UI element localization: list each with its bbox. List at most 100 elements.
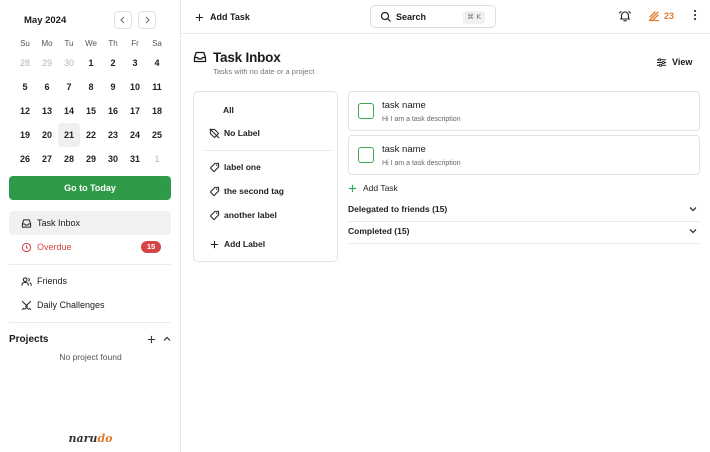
label-filter-text: another label bbox=[224, 210, 277, 220]
section-delegated[interactable]: Delegated to friends (15) bbox=[348, 200, 700, 222]
calendar-dow: Sa bbox=[152, 39, 162, 48]
search-button[interactable]: Search ⌘ K bbox=[370, 5, 496, 28]
calendar-day[interactable]: 11 bbox=[146, 75, 168, 99]
calendar-day[interactable]: 31 bbox=[124, 147, 146, 171]
calendar-day[interactable]: 17 bbox=[124, 99, 146, 123]
calendar-day[interactable]: 2 bbox=[102, 51, 124, 75]
calendar-day[interactable]: 24 bbox=[124, 123, 146, 147]
streak-counter[interactable]: 23 bbox=[648, 9, 674, 23]
sidebar-item-daily-challenges[interactable]: Daily Challenges bbox=[9, 293, 171, 317]
users-icon bbox=[19, 274, 33, 288]
sidebar-item-label: Friends bbox=[37, 276, 68, 286]
calendar-dow: Mo bbox=[41, 39, 53, 48]
task-card[interactable]: task name Hi I am a task description bbox=[348, 91, 700, 131]
add-project-button[interactable] bbox=[145, 333, 157, 347]
plus-icon bbox=[208, 238, 220, 250]
task-checkbox[interactable] bbox=[358, 103, 374, 119]
sidebar-divider bbox=[9, 322, 171, 323]
add-label-button[interactable]: Add Label bbox=[208, 237, 265, 251]
calendar-prev-button[interactable] bbox=[114, 11, 132, 29]
brand-prefix: naru bbox=[68, 432, 98, 445]
calendar-day[interactable]: 18 bbox=[146, 99, 168, 123]
calendar-day[interactable]: 14 bbox=[58, 99, 80, 123]
label-filter-no-label[interactable]: No Label bbox=[208, 126, 260, 140]
plus-icon bbox=[195, 13, 204, 21]
calendar-day[interactable]: 16 bbox=[102, 99, 124, 123]
chevron-right-icon bbox=[145, 16, 150, 24]
more-menu-button[interactable] bbox=[690, 9, 700, 23]
sidebar-item-friends[interactable]: Friends bbox=[9, 269, 171, 293]
calendar-day[interactable]: 28 bbox=[14, 51, 36, 75]
task-name: task name bbox=[382, 144, 426, 155]
notifications-button[interactable] bbox=[618, 9, 632, 23]
streak-count: 23 bbox=[664, 11, 675, 21]
calendar-day[interactable]: 19 bbox=[14, 123, 36, 147]
chevron-down-icon bbox=[689, 207, 697, 212]
page-title: Task Inbox bbox=[213, 49, 281, 65]
calendar-next-button[interactable] bbox=[138, 11, 156, 29]
task-checkbox[interactable] bbox=[358, 147, 374, 163]
chevron-up-icon bbox=[163, 336, 171, 341]
label-filter-all[interactable]: All bbox=[223, 103, 234, 117]
calendar-day[interactable]: 5 bbox=[14, 75, 36, 99]
add-label-text: Add Label bbox=[224, 239, 266, 249]
task-description: Hi I am a task description bbox=[382, 116, 461, 123]
swords-icon bbox=[19, 298, 33, 312]
add-task-button[interactable]: Add Task bbox=[195, 10, 250, 24]
calendar-month-label: May 2024 bbox=[24, 15, 67, 26]
no-project-text: No project found bbox=[59, 352, 122, 362]
add-task-inline-button[interactable]: Add Task bbox=[348, 182, 398, 194]
calendar-day[interactable]: 12 bbox=[14, 99, 36, 123]
more-vertical-icon bbox=[693, 9, 697, 21]
section-label: Delegated to friends (15) bbox=[348, 204, 448, 214]
page-title-row: Task Inbox bbox=[193, 48, 281, 66]
calendar-day[interactable]: 1 bbox=[80, 51, 102, 75]
calendar-day[interactable]: 7 bbox=[58, 75, 80, 99]
sidebar-item-task-inbox[interactable]: Task Inbox bbox=[9, 211, 171, 235]
sidebar-divider bbox=[9, 264, 171, 265]
chevron-left-icon bbox=[120, 16, 125, 24]
brand-suffix: do bbox=[97, 432, 113, 445]
clock-icon bbox=[19, 240, 33, 254]
label-filter-the-second-tag[interactable]: the second tag bbox=[208, 184, 284, 198]
plus-icon bbox=[147, 335, 155, 344]
calendar-day[interactable]: 10 bbox=[124, 75, 146, 99]
calendar-day[interactable]: 15 bbox=[80, 99, 102, 123]
sidebar: May 2024 Su Mo Tu We Th Fr Sa 28 29 30 1 2 3 4… bbox=[0, 0, 181, 452]
calendar-day[interactable]: 21 bbox=[58, 123, 80, 147]
calendar-day[interactable]: 30 bbox=[102, 147, 124, 171]
bell-icon bbox=[618, 10, 632, 22]
search-icon bbox=[380, 11, 391, 22]
task-card[interactable]: task name Hi I am a task description bbox=[348, 135, 700, 175]
calendar-day[interactable]: 26 bbox=[14, 147, 36, 171]
calendar-day[interactable]: 29 bbox=[80, 147, 102, 171]
go-to-today-button[interactable]: Go to Today bbox=[9, 176, 171, 200]
section-completed[interactable]: Completed (15) bbox=[348, 222, 700, 244]
calendar-day[interactable]: 28 bbox=[58, 147, 80, 171]
calendar-day[interactable]: 3 bbox=[124, 51, 146, 75]
calendar-day[interactable]: 27 bbox=[36, 147, 58, 171]
add-task-inline-label: Add Task bbox=[363, 183, 398, 193]
add-task-label: Add Task bbox=[210, 12, 250, 22]
collapse-projects-button[interactable] bbox=[161, 333, 173, 347]
topbar: Add Task Search ⌘ K 23 bbox=[181, 0, 710, 34]
calendar-day[interactable]: 23 bbox=[102, 123, 124, 147]
calendar-day[interactable]: 30 bbox=[58, 51, 80, 75]
calendar-day[interactable]: 20 bbox=[36, 123, 58, 147]
calendar-day[interactable]: 22 bbox=[80, 123, 102, 147]
calendar-day[interactable]: 13 bbox=[36, 99, 58, 123]
sidebar-item-overdue[interactable]: Overdue 15 bbox=[9, 235, 171, 259]
calendar-day[interactable]: 4 bbox=[146, 51, 168, 75]
view-label: View bbox=[672, 57, 693, 67]
calendar-day[interactable]: 6 bbox=[36, 75, 58, 99]
calendar-day[interactable]: 29 bbox=[36, 51, 58, 75]
view-options-button[interactable]: View bbox=[656, 55, 692, 69]
calendar-day[interactable]: 8 bbox=[80, 75, 102, 99]
calendar-day[interactable]: 25 bbox=[146, 123, 168, 147]
calendar-day[interactable]: 9 bbox=[102, 75, 124, 99]
label-filter-label-one[interactable]: label one bbox=[208, 160, 261, 174]
calendar-day[interactable]: 1 bbox=[146, 147, 168, 171]
label-filter-another-label[interactable]: another label bbox=[208, 208, 277, 222]
task-name: task name bbox=[382, 100, 426, 111]
projects-header: Projects bbox=[9, 333, 171, 347]
